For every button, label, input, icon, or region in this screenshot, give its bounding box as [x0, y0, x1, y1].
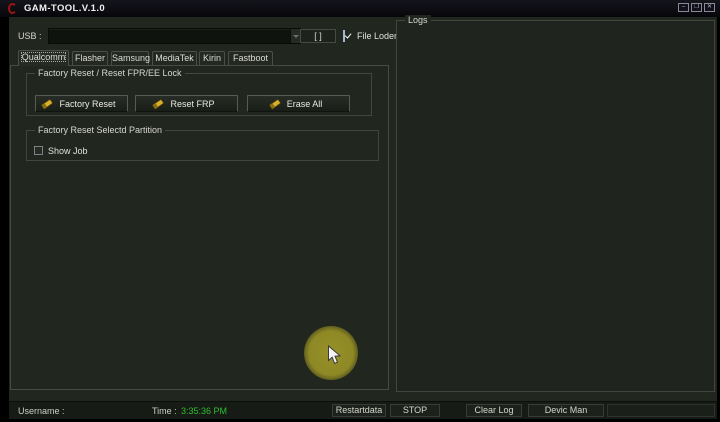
stop-button[interactable]: STOP [390, 404, 440, 417]
restart-data-button[interactable]: Restartdata [332, 404, 386, 417]
tab-qualcomm[interactable]: Qualcomm [18, 50, 69, 66]
minimize-button[interactable]: – [678, 3, 689, 12]
maximize-button[interactable]: ❐ [691, 3, 702, 12]
tab-fastboot[interactable]: Fastboot [228, 51, 273, 65]
file-loader-checkbox[interactable] [343, 30, 345, 42]
show-job-checkbox[interactable] [34, 146, 43, 155]
eraser-icon [152, 98, 165, 109]
partition-group-title: Factory Reset Selectd Partition [35, 125, 166, 135]
factory-reset-group: Factory Reset / Reset FPR/EE Lock Factor… [26, 68, 372, 116]
tab-kirin[interactable]: Kirin [199, 51, 225, 65]
status-empty-segment [607, 404, 715, 417]
eraser-icon [41, 98, 54, 109]
erase-all-button[interactable]: Erase All [247, 95, 350, 112]
usb-label: USB : [18, 31, 42, 41]
app-logo-icon [8, 3, 17, 14]
factory-reset-group-title: Factory Reset / Reset FPR/EE Lock [35, 68, 185, 78]
window-title: GAM-TOOL.V.1.0 [24, 3, 106, 14]
logs-panel: Logs [396, 15, 715, 392]
usb-dropdown-arrow-icon[interactable] [290, 29, 300, 43]
time-value: 3:35:36 PM [181, 406, 228, 416]
factory-reset-button-label: Factory Reset [59, 98, 116, 109]
username-label: Username : [18, 406, 65, 416]
factory-reset-button[interactable]: Factory Reset [35, 95, 128, 112]
tab-mediatek[interactable]: MediaTek [152, 51, 197, 65]
tab-samsung[interactable]: Samsung [111, 51, 150, 65]
erase-all-button-label: Erase All [286, 98, 323, 109]
window-controls: – ❐ ✕ [678, 3, 715, 12]
tab-flasher[interactable]: Flasher [72, 51, 108, 65]
reset-frp-button-label: Reset FRP [170, 98, 215, 109]
client-area: USB : [ ] File Loder Qualcomm Flasher Sa… [9, 15, 717, 419]
close-button[interactable]: ✕ [704, 3, 715, 12]
mouse-cursor-icon [328, 345, 342, 365]
reset-frp-button[interactable]: Reset FRP [135, 95, 238, 112]
file-loader-label: File Loder [357, 31, 398, 41]
status-bar: Username : Time : 3:35:36 PM Restartdata… [9, 401, 717, 419]
show-job-label: Show Job [48, 146, 88, 156]
logs-panel-title: Logs [405, 15, 431, 25]
time-label: Time : [152, 406, 177, 416]
bracket-button[interactable]: [ ] [300, 29, 336, 43]
usb-port-combobox[interactable] [48, 28, 301, 44]
partition-group: Factory Reset Selectd Partition Show Job [26, 125, 379, 161]
app-window: GAM-TOOL.V.1.0 – ❐ ✕ USB : [ ] File Lode… [0, 0, 720, 422]
device-manager-button[interactable]: Devic Man [528, 404, 604, 417]
title-bar: GAM-TOOL.V.1.0 – ❐ ✕ [0, 0, 720, 17]
eraser-icon [269, 98, 281, 109]
clear-log-button[interactable]: Clear Log [466, 404, 522, 417]
